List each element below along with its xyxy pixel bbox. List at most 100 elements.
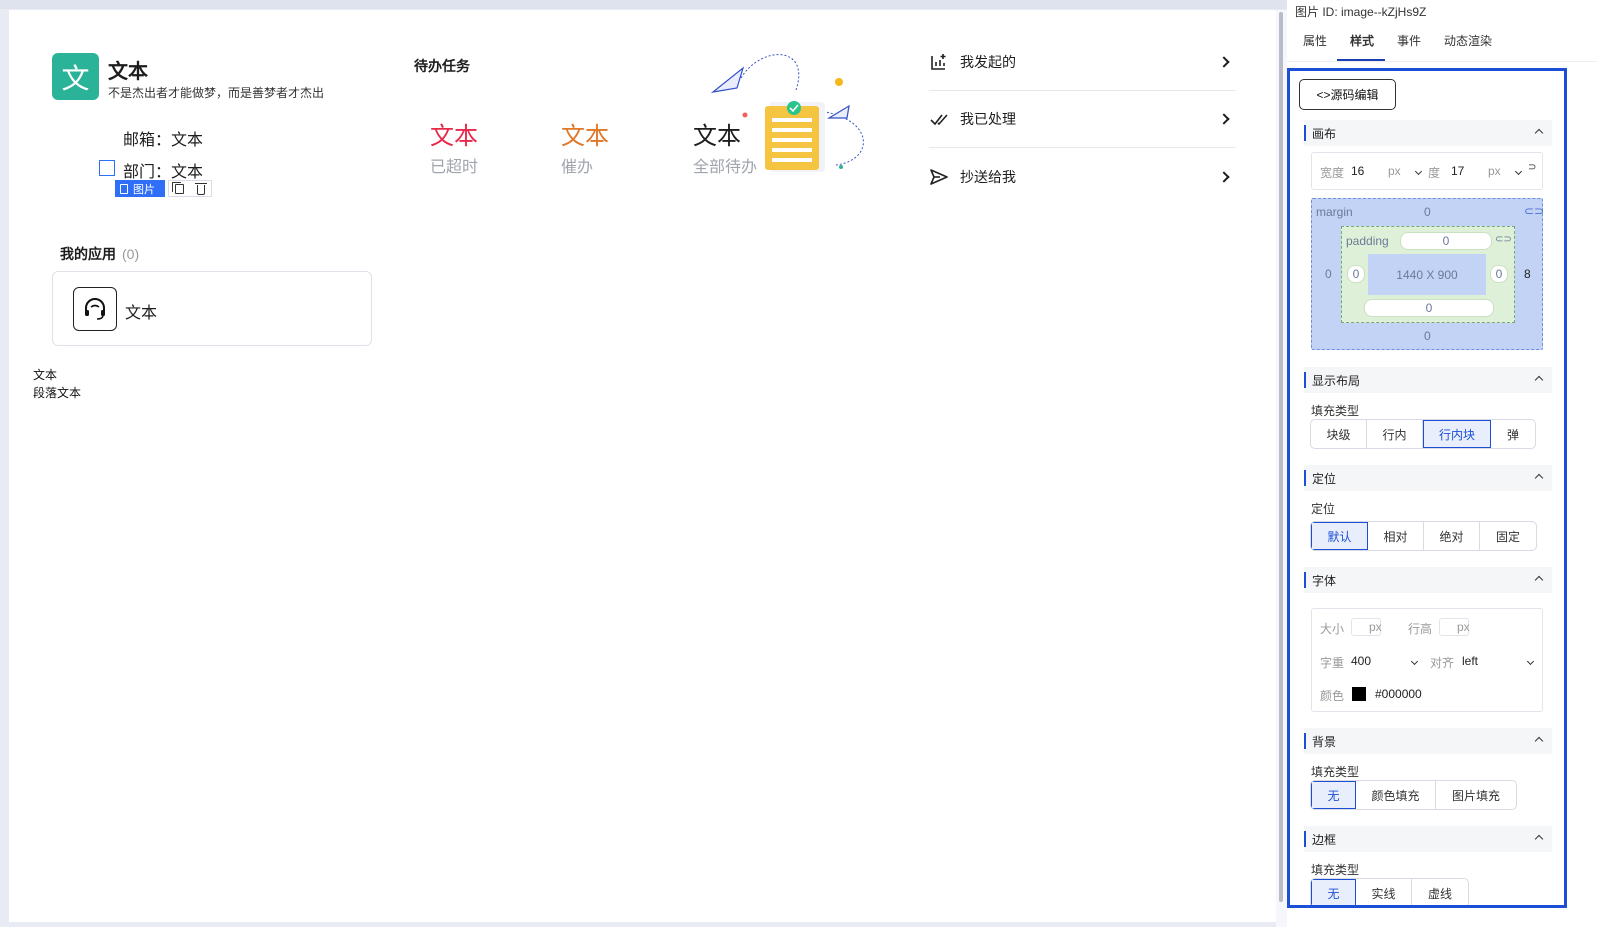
- tab-events[interactable]: 事件: [1397, 32, 1421, 49]
- collapse-icon[interactable]: [1534, 834, 1544, 844]
- section-font[interactable]: 字体: [1304, 567, 1552, 593]
- position-option-relative[interactable]: 相对: [1368, 522, 1424, 550]
- layout-option-block[interactable]: 块级: [1311, 420, 1367, 448]
- padding-top-input[interactable]: 0: [1400, 232, 1492, 250]
- chevron-right-icon: [1218, 170, 1230, 183]
- background-option-none[interactable]: 无: [1311, 781, 1356, 809]
- image-id: 图片 ID: image--kZjHs9Z: [1295, 5, 1427, 19]
- position-option-default[interactable]: 默认: [1311, 522, 1368, 550]
- layout-option-flex[interactable]: 弹: [1491, 420, 1535, 448]
- padding-left-input[interactable]: 0: [1347, 265, 1365, 283]
- width-input[interactable]: 16: [1351, 164, 1364, 178]
- text-element[interactable]: 文本: [33, 366, 57, 383]
- section-background[interactable]: 背景: [1304, 728, 1552, 754]
- line-height-unit: px: [1457, 620, 1470, 634]
- scrollbar-thumb[interactable]: [1279, 12, 1283, 902]
- section-layout[interactable]: 显示布局: [1304, 367, 1552, 393]
- send-icon: [929, 167, 949, 187]
- margin-left-input[interactable]: 0: [1325, 267, 1332, 281]
- stat-value: 文本: [561, 123, 609, 150]
- position-label: 定位: [1311, 502, 1336, 516]
- link-icon[interactable]: ⊃: [1528, 162, 1536, 173]
- border-option-dashed[interactable]: 虚线: [1412, 879, 1468, 905]
- stat-label: 已超时: [430, 159, 479, 176]
- padding-bottom-input[interactable]: 0: [1364, 299, 1494, 317]
- dept-row: 部门：文本: [123, 158, 203, 182]
- section-title: 画布: [1312, 126, 1337, 141]
- todo-illustration: [710, 54, 864, 172]
- app-card[interactable]: 文本: [52, 271, 372, 346]
- position-option-absolute[interactable]: 绝对: [1424, 522, 1480, 550]
- link-icon[interactable]: ⊂⊃: [1524, 204, 1544, 218]
- stat-overdue[interactable]: 文本 已超时: [430, 116, 478, 177]
- section-position[interactable]: 定位: [1304, 465, 1552, 491]
- shortcut-processed[interactable]: 我已处理: [929, 91, 1236, 148]
- chart-plus-icon: [929, 52, 949, 72]
- panel-tabs: 属性 样式 事件 动态渲染: [1287, 30, 1597, 62]
- user-avatar: 文: [52, 53, 99, 100]
- font-weight-select[interactable]: 400: [1351, 654, 1371, 668]
- source-edit-button[interactable]: <>源码编辑: [1299, 79, 1396, 110]
- position-segmented-control: 默认 相对 绝对 固定: [1310, 521, 1537, 551]
- font-size-unit: px: [1369, 620, 1382, 634]
- margin-top-input[interactable]: 0: [1424, 205, 1431, 219]
- email-value: 文本: [171, 132, 204, 149]
- font-color-label: 颜色: [1320, 689, 1345, 703]
- section-canvas[interactable]: 画布: [1304, 120, 1552, 146]
- headset-icon: [73, 287, 117, 331]
- text-align-select[interactable]: left: [1462, 654, 1478, 668]
- selected-element-chip[interactable]: 图片: [115, 180, 165, 197]
- layout-option-inline-block[interactable]: 行内块: [1423, 420, 1491, 448]
- background-option-image[interactable]: 图片填充: [1436, 781, 1516, 809]
- collapse-icon[interactable]: [1534, 128, 1544, 138]
- layout-option-inline[interactable]: 行内: [1367, 420, 1423, 448]
- trash-icon[interactable]: [194, 182, 207, 195]
- canvas-top-strip: [0, 0, 1287, 9]
- margin-bottom-input[interactable]: 0: [1424, 329, 1431, 343]
- padding-right-input[interactable]: 0: [1490, 265, 1508, 283]
- height-input[interactable]: 17: [1451, 164, 1464, 178]
- apps-title-label: 我的应用: [60, 246, 116, 262]
- chevron-down-icon[interactable]: [1526, 653, 1535, 667]
- shortcut-label: 我发起的: [960, 54, 1016, 70]
- margin-right-input[interactable]: 8: [1524, 267, 1531, 281]
- border-option-solid[interactable]: 实线: [1356, 879, 1412, 905]
- layout-segmented-control: 块级 行内 行内块 弹: [1310, 419, 1536, 449]
- collapse-icon[interactable]: [1534, 473, 1544, 483]
- background-segmented-control: 无 颜色填充 图片填充: [1310, 780, 1517, 810]
- paragraph-element[interactable]: 段落文本: [33, 384, 81, 401]
- shortcut-label: 我已处理: [960, 111, 1016, 127]
- font-size-label: 大小: [1320, 622, 1345, 636]
- link-icon[interactable]: ⊂⊃: [1495, 234, 1512, 245]
- dept-label: 部门：: [123, 164, 172, 181]
- section-border[interactable]: 边框: [1304, 826, 1552, 852]
- canvas-scrollbar[interactable]: [1276, 10, 1287, 927]
- section-title: 字体: [1312, 573, 1337, 588]
- copy-icon[interactable]: [172, 181, 185, 194]
- tab-properties[interactable]: 属性: [1303, 32, 1327, 49]
- shortcut-initiated[interactable]: 我发起的: [929, 34, 1236, 91]
- chevron-down-icon[interactable]: [1514, 163, 1523, 177]
- chevron-down-icon[interactable]: [1410, 653, 1419, 667]
- collapse-icon[interactable]: [1534, 736, 1544, 746]
- color-swatch[interactable]: [1352, 687, 1366, 701]
- background-option-color[interactable]: 颜色填充: [1356, 781, 1436, 809]
- collapse-icon[interactable]: [1534, 375, 1544, 385]
- box-model-margin: margin 0 ⊂⊃ 0 8 0 padding 0 ⊂⊃ 0 1440 X …: [1311, 198, 1544, 350]
- font-settings: 大小 px 行高 px 字重 400 对齐 left 颜色 #000000: [1311, 608, 1543, 712]
- selection-box[interactable]: [99, 160, 115, 176]
- section-title: 背景: [1312, 734, 1337, 749]
- style-panel: 图片 ID: image--kZjHs9Z 属性 样式 事件 动态渲染 <>源码…: [1287, 0, 1597, 927]
- tab-dynamic-render[interactable]: 动态渲染: [1444, 32, 1492, 49]
- shortcut-cc[interactable]: 抄送给我: [929, 148, 1236, 205]
- design-canvas[interactable]: 文 文本 不是杰出者才能做梦，而是善梦者才杰出 邮箱：文本 部门：文本 图片 待…: [9, 10, 1276, 922]
- layout-fill-type-label: 填充类型: [1311, 404, 1360, 418]
- chevron-down-icon[interactable]: [1414, 163, 1423, 177]
- border-option-none[interactable]: 无: [1311, 879, 1356, 905]
- chevron-right-icon: [1218, 113, 1230, 125]
- stat-urge[interactable]: 文本 催办: [561, 116, 609, 177]
- font-color-input[interactable]: #000000: [1375, 687, 1422, 701]
- collapse-icon[interactable]: [1534, 575, 1544, 585]
- tab-style[interactable]: 样式: [1350, 32, 1374, 49]
- position-option-fixed[interactable]: 固定: [1480, 522, 1536, 550]
